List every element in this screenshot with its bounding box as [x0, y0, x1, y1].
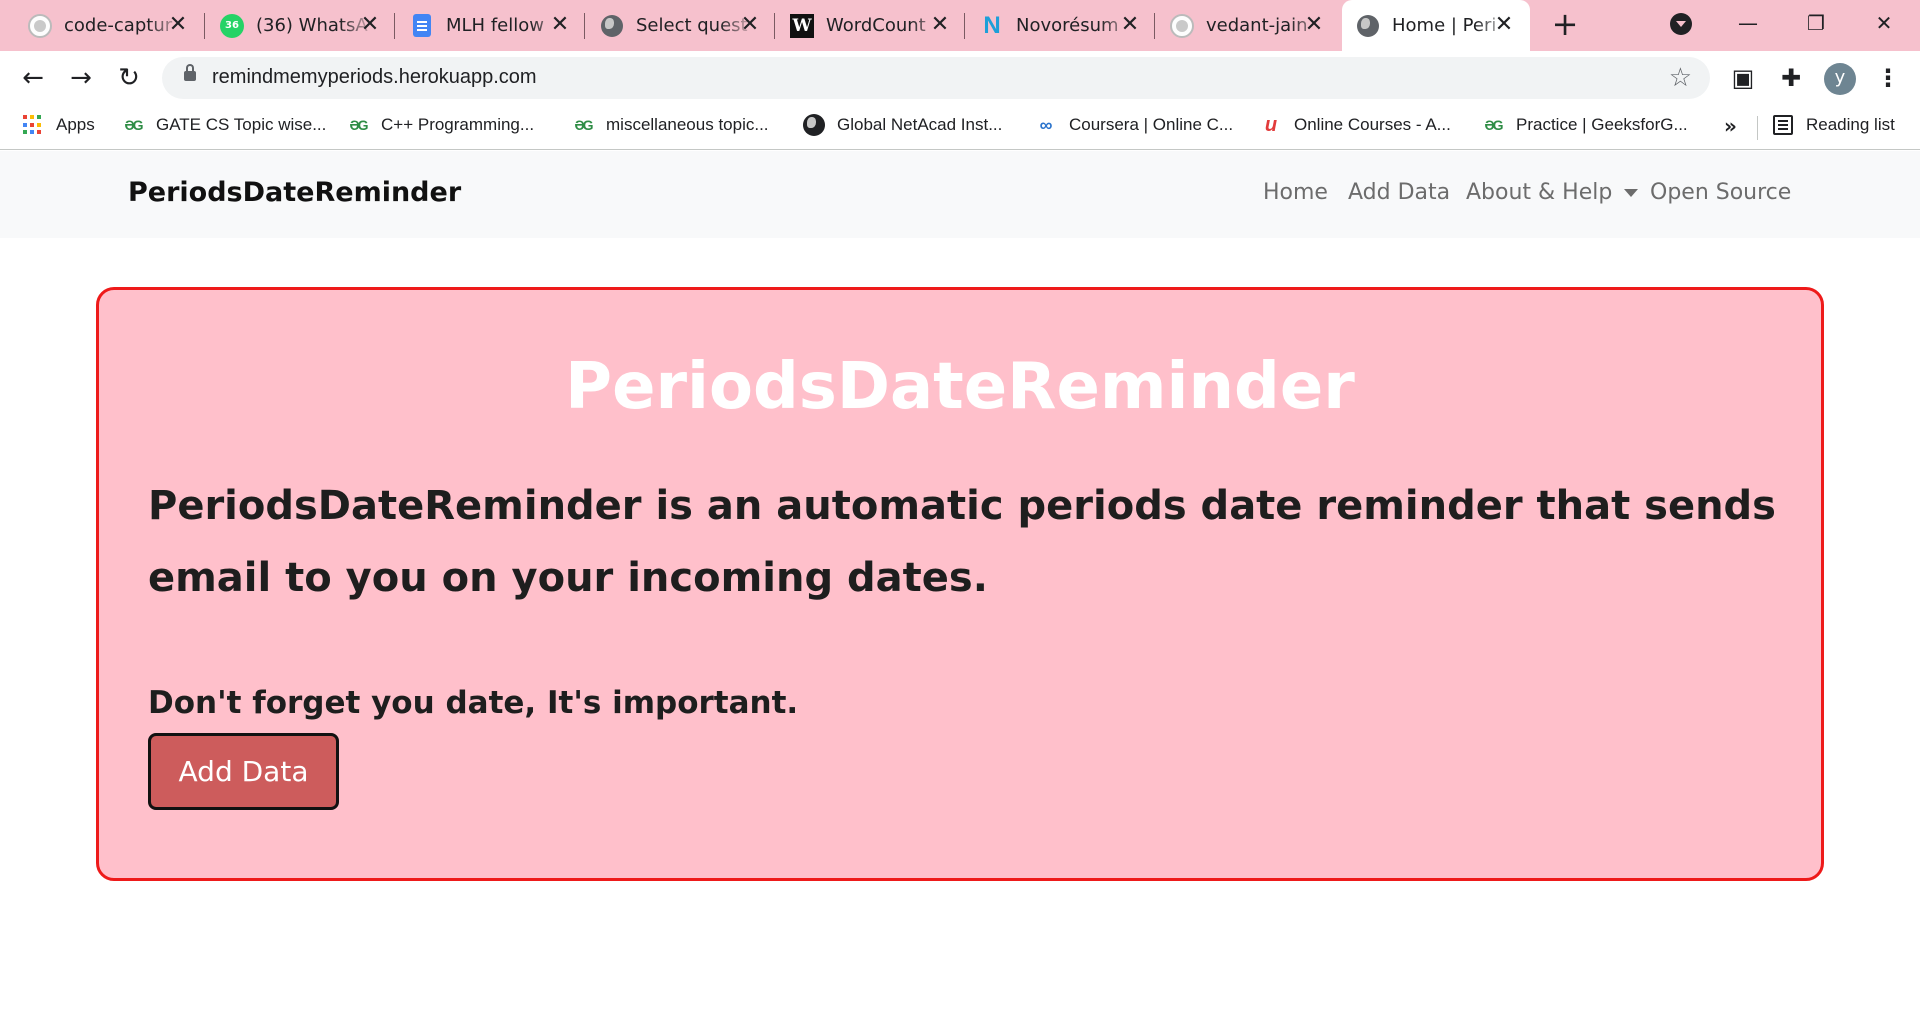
minimize-button[interactable]: —: [1730, 8, 1766, 38]
geeksforgeeks-icon: ƏG: [574, 117, 593, 133]
browser-tab-strip: code-captur ✕ 36 (36) WhatsA ✕ MLH fello…: [0, 0, 1920, 51]
bookmark-label: GATE CS Topic wise...: [156, 115, 327, 134]
bookmark-star-icon[interactable]: ☆: [1669, 63, 1692, 93]
browser-tab[interactable]: N Novorésum ✕: [966, 0, 1156, 51]
nav-dropdown-label: About & Help: [1466, 180, 1613, 205]
browser-tab[interactable]: code-captur ✕: [14, 0, 204, 51]
bookmark-label: Global NetAcad Inst...: [837, 115, 1003, 134]
browser-tab[interactable]: vedant-jain ✕: [1156, 0, 1340, 51]
hero-title: PeriodsDateReminder: [565, 350, 1355, 424]
browser-tab[interactable]: W WordCount ✕: [776, 0, 966, 51]
whatsapp-icon: 36: [220, 13, 244, 38]
address-bar[interactable]: remindmemyperiods.herokuapp.com ☆: [162, 57, 1710, 99]
browser-tab-active[interactable]: Home | Peri ✕: [1342, 0, 1530, 51]
extension-icon[interactable]: ▣: [1728, 63, 1758, 93]
menu-icon[interactable]: ⋮: [1876, 63, 1900, 93]
reload-icon[interactable]: ↻: [114, 63, 144, 93]
bookmark-item[interactable]: Global NetAcad Inst...: [803, 114, 1002, 136]
url-text[interactable]: remindmemyperiods.herokuapp.com: [212, 66, 537, 89]
close-icon[interactable]: ✕: [738, 13, 762, 37]
tab-separator: [1154, 13, 1155, 39]
add-data-button[interactable]: Add Data: [148, 733, 339, 810]
close-icon[interactable]: ✕: [1492, 13, 1516, 37]
hero-description: PeriodsDateReminder is an automatic peri…: [148, 483, 1776, 601]
globe-icon: [600, 14, 624, 38]
globe-icon: [803, 114, 825, 136]
bookmark-item[interactable]: ƏG C++ Programming...: [347, 114, 534, 136]
close-icon[interactable]: ✕: [358, 13, 382, 37]
bookmarks-divider: [1757, 116, 1758, 140]
bookmark-item[interactable]: ƏG miscellaneous topic...: [572, 114, 769, 136]
browser-tab[interactable]: MLH fellow ✕: [396, 0, 586, 51]
bookmark-label: miscellaneous topic...: [606, 115, 769, 134]
apps-grid-icon: [22, 114, 44, 136]
lock-icon[interactable]: [184, 64, 196, 81]
bookmarks-overflow-icon[interactable]: »: [1724, 114, 1737, 138]
globe-icon: [1356, 14, 1380, 38]
back-icon[interactable]: ←: [18, 63, 48, 93]
bookmark-item[interactable]: u Online Courses - A...: [1260, 114, 1451, 136]
restore-button[interactable]: ❐: [1798, 8, 1834, 38]
close-icon[interactable]: ✕: [548, 13, 572, 37]
reading-list-button[interactable]: Reading list: [1772, 114, 1895, 136]
puzzle-icon[interactable]: ✚: [1776, 63, 1806, 93]
reading-list-icon: [1772, 114, 1794, 136]
tab-separator: [774, 13, 775, 39]
bookmark-apps[interactable]: Apps: [22, 114, 95, 136]
geeksforgeeks-icon: ƏG: [124, 117, 143, 133]
hero-card: PeriodsDateReminder PeriodsDateReminder …: [96, 287, 1824, 881]
bookmark-item[interactable]: ƏG Practice | GeeksforG...: [1482, 114, 1688, 136]
novoresume-icon: N: [983, 11, 1001, 39]
browser-toolbar: ← → ↻ remindmemyperiods.herokuapp.com ☆ …: [0, 51, 1920, 105]
browser-tab[interactable]: 36 (36) WhatsA ✕: [206, 0, 396, 51]
github-icon: [1170, 13, 1194, 38]
bookmarks-bar: Apps ƏG GATE CS Topic wise... ƏG C++ Pro…: [0, 105, 1920, 150]
hero-note: Don't forget you date, It's important.: [148, 685, 799, 721]
close-icon[interactable]: ✕: [1302, 13, 1326, 37]
site-navbar: PeriodsDateReminder Home Add Data About …: [0, 151, 1920, 238]
close-icon[interactable]: ✕: [1118, 13, 1142, 37]
github-icon: [28, 13, 52, 38]
forward-icon[interactable]: →: [66, 63, 96, 93]
geeksforgeeks-icon: ƏG: [1484, 117, 1503, 133]
bookmark-label: Online Courses - A...: [1294, 115, 1451, 134]
tab-separator: [394, 13, 395, 39]
tab-search-icon[interactable]: [1670, 13, 1692, 35]
geeksforgeeks-icon: ƏG: [349, 117, 368, 133]
close-icon[interactable]: ✕: [928, 13, 952, 37]
tab-separator: [584, 13, 585, 39]
profile-avatar[interactable]: y: [1824, 63, 1856, 95]
bookmark-label: Coursera | Online C...: [1069, 115, 1234, 134]
browser-tab[interactable]: Select quest ✕: [586, 0, 776, 51]
tab-separator: [204, 13, 205, 39]
nav-link-add-data[interactable]: Add Data: [1348, 180, 1450, 205]
coursera-icon: ∞: [1039, 114, 1053, 135]
close-icon[interactable]: ✕: [166, 13, 190, 37]
reading-list-label: Reading list: [1806, 115, 1895, 134]
caret-down-icon: [1624, 189, 1639, 197]
nav-link-home[interactable]: Home: [1263, 180, 1328, 205]
window-close-button[interactable]: ✕: [1866, 8, 1902, 38]
wordcounter-icon: W: [790, 13, 814, 38]
google-docs-icon: [410, 14, 434, 38]
bookmark-label: C++ Programming...: [381, 115, 535, 134]
nav-dropdown-about-help[interactable]: About & Help: [1466, 180, 1639, 205]
bookmark-item[interactable]: ƏG GATE CS Topic wise...: [122, 114, 326, 136]
bookmark-label: Apps: [56, 115, 95, 134]
navbar-brand[interactable]: PeriodsDateReminder: [128, 177, 461, 208]
bookmark-label: Practice | GeeksforG...: [1516, 115, 1688, 134]
bookmark-item[interactable]: ∞ Coursera | Online C...: [1035, 114, 1234, 136]
nav-link-open-source[interactable]: Open Source: [1650, 180, 1791, 205]
udemy-icon: u: [1264, 113, 1278, 136]
new-tab-button[interactable]: +: [1550, 8, 1580, 40]
tab-separator: [964, 13, 965, 39]
